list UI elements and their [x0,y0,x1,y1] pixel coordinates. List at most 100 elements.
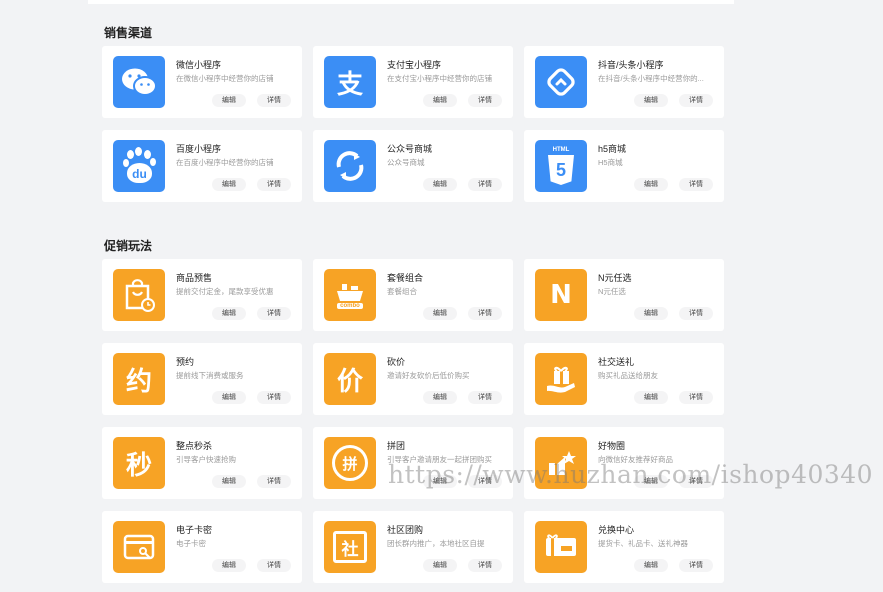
detail-button[interactable]: 详情 [257,178,291,191]
card-title: 社交送礼 [598,357,635,367]
section-title-channels: 销售渠道 [104,26,153,40]
card-description: H5商城 [598,158,623,167]
edit-button[interactable]: 编辑 [212,178,246,191]
card-reservation[interactable]: 约 预约 提前线下消费或服务 编辑 详情 [102,343,302,415]
card-e-card[interactable]: 电子卡密 电子卡密 编辑 详情 [102,511,302,583]
icon-glyph: 价 [336,366,363,397]
card-title: 社区团购 [387,525,424,535]
e-card-icon [113,521,165,573]
card-official-account[interactable]: 公众号商城 公众号商城 编辑 详情 [313,130,513,202]
reservation-icon: 约 [113,353,165,405]
combo-text: combo [337,302,363,309]
card-title: h5商城 [598,144,627,154]
card-html5[interactable]: HTML 5 h5商城 H5商城 编辑 详情 [524,130,724,202]
card-exchange[interactable]: 兑换中心提货卡、礼品卡、送礼神器编辑 详情 [524,511,724,583]
flash-sale-icon: 秒 [113,437,165,489]
detail-button[interactable]: 详情 [468,178,502,191]
icon-glyph: N [550,280,572,310]
card-douyin[interactable]: 抖音/头条小程序在抖音/头条小程序中经营你的... 编辑 详情 [524,46,724,118]
card-title: 好物圈 [598,441,626,451]
edit-button[interactable]: 编辑 [423,559,457,572]
community-glyph: 社 [333,531,367,563]
detail-button[interactable]: 详情 [257,307,291,320]
detail-button[interactable]: 详情 [468,94,502,107]
card-title: 抖音/头条小程序 [598,60,664,70]
icon-glyph: 约 [125,366,152,397]
card-description: 套餐组合 [387,287,417,296]
icon-glyph: 秒 [125,450,152,481]
edit-button[interactable]: 编辑 [423,178,457,191]
card-description: 提前线下消费或服务 [176,371,244,380]
edit-button[interactable]: 编辑 [634,391,668,404]
card-alipay[interactable]: 支 支付宝小程序在支付宝小程序中经营你的店铺编辑 详情 [313,46,513,118]
channels-grid: 微信小程序 在微信小程序中经营你的店铺 编辑 详情 支 支付宝小程序在支付宝小程序中经营你… [102,46,724,202]
card-title: 拼团 [387,441,406,451]
edit-button[interactable]: 编辑 [212,94,246,107]
edit-button[interactable]: 编辑 [634,178,668,191]
promotions-grid: 商品预售 提前交付定金，尾款享受优惠 编辑 详情 combo 套餐组合 套餐组合 编辑 详情 N N… [102,259,724,583]
watermark: https://www.huzhan.com/ishop40340 [388,460,874,489]
card-combo[interactable]: combo 套餐组合 套餐组合 编辑 详情 [313,259,513,331]
card-baidu[interactable]: du 百度小程序在百度小程序中经营你的店铺编辑 详情 [102,130,302,202]
detail-button[interactable]: 详情 [679,559,713,572]
n-yuan-icon: N [535,269,587,321]
detail-button[interactable]: 详情 [679,178,713,191]
detail-button[interactable]: 详情 [679,307,713,320]
edit-button[interactable]: 编辑 [423,391,457,404]
detail-button[interactable]: 详情 [468,559,502,572]
baidu-icon: du [113,140,165,192]
card-bargain[interactable]: 价 砍价邀请好友砍价后低价购买编辑 详情 [313,343,513,415]
group-buy-icon: 拼 [324,437,376,489]
detail-button[interactable]: 详情 [468,391,502,404]
card-gift[interactable]: 社交送礼 购买礼品送给朋友 编辑 详情 [524,343,724,415]
detail-button[interactable]: 详情 [257,391,291,404]
edit-button[interactable]: 编辑 [634,94,668,107]
card-title: 砍价 [387,357,406,367]
presale-bag-icon [113,269,165,321]
edit-button[interactable]: 编辑 [634,307,668,320]
edit-button[interactable]: 编辑 [423,94,457,107]
card-description: 提前交付定金，尾款享受优惠 [176,287,274,296]
card-description: 团长群内推广，本地社区自提 [387,539,485,548]
card-title: 商品预售 [176,273,213,283]
card-title: 电子卡密 [176,525,213,535]
wechat-icon [113,56,165,108]
card-description: 电子卡密 [176,539,206,548]
edit-button[interactable]: 编辑 [212,391,246,404]
card-title: 百度小程序 [176,144,222,154]
card-title: 微信小程序 [176,60,222,70]
edit-button[interactable]: 编辑 [634,559,668,572]
detail-button[interactable]: 详情 [257,559,291,572]
section-title-promotions: 促销玩法 [104,239,153,253]
card-title: N元任选 [598,273,632,283]
card-description: 在支付宝小程序中经营你的店铺 [387,74,492,83]
card-description: 在抖音/头条小程序中经营你的... [598,74,704,83]
edit-button[interactable]: 编辑 [212,559,246,572]
detail-button[interactable]: 详情 [257,475,291,488]
alipay-icon: 支 [324,56,376,108]
detail-button[interactable]: 详情 [468,307,502,320]
detail-button[interactable]: 详情 [257,94,291,107]
icon-glyph: 支 [336,69,363,100]
group-buy-glyph: 拼 [332,445,368,481]
detail-button[interactable]: 详情 [679,94,713,107]
card-description: 提货卡、礼品卡、送礼神器 [598,539,688,548]
card-title: 兑换中心 [598,525,635,535]
edit-button[interactable]: 编辑 [212,475,246,488]
card-wechat[interactable]: 微信小程序 在微信小程序中经营你的店铺 编辑 详情 [102,46,302,118]
edit-button[interactable]: 编辑 [423,307,457,320]
card-presale-bag[interactable]: 商品预售提前交付定金，尾款享受优惠编辑 详情 [102,259,302,331]
card-description: 邀请好友砍价后低价购买 [387,371,470,380]
html5-shield: 5 [548,155,574,185]
top-panel-edge [88,0,734,4]
card-description: 在百度小程序中经营你的店铺 [176,158,274,167]
card-community[interactable]: 社 社区团购团长群内推广，本地社区自提编辑 详情 [313,511,513,583]
edit-button[interactable]: 编辑 [212,307,246,320]
combo-icon: combo [324,269,376,321]
bargain-icon: 价 [324,353,376,405]
card-n-yuan[interactable]: N N元任选 N元任选 编辑 详情 [524,259,724,331]
card-flash-sale[interactable]: 秒 整点秒杀 引导客户快速抢购 编辑 详情 [102,427,302,499]
card-title: 整点秒杀 [176,441,213,451]
card-title: 支付宝小程序 [387,60,442,70]
detail-button[interactable]: 详情 [679,391,713,404]
